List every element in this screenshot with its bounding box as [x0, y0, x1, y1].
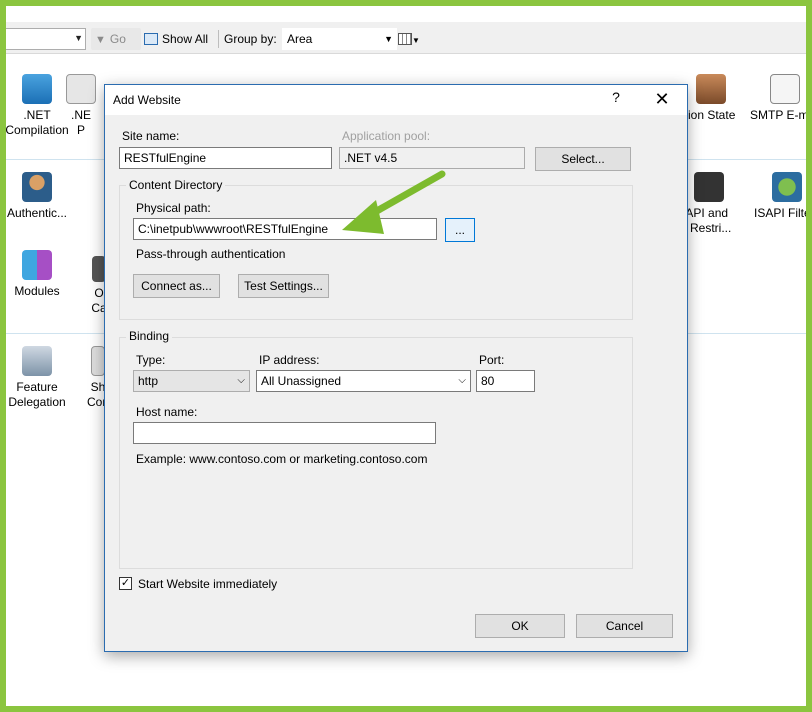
type-value: http — [138, 374, 159, 388]
chevron-down-icon: ⌵ — [237, 375, 245, 386]
authentication-icon — [22, 172, 52, 202]
type-select[interactable]: http ⌵ — [133, 370, 250, 392]
feature-authentication[interactable]: Authentic... — [6, 172, 77, 221]
annotation-arrow-icon — [342, 170, 446, 234]
host-name-input[interactable] — [133, 422, 436, 444]
filter-input[interactable]: ▼ — [6, 28, 86, 50]
app-pool-label: Application pool: — [342, 129, 431, 143]
ip-address-select[interactable]: All Unassigned ⌵ — [256, 370, 471, 392]
go-label: Go — [109, 32, 126, 46]
go-button[interactable]: ▼ Go — [91, 28, 141, 50]
isapi-filters-icon — [772, 172, 802, 202]
group-by-value: Area — [287, 32, 313, 46]
chevron-down-icon: ▼ — [412, 36, 420, 45]
show-all-button[interactable]: Show All — [144, 28, 208, 50]
help-button[interactable]: ? — [607, 89, 625, 109]
chevron-down-icon: ⌵ — [458, 375, 466, 386]
group-by-label: Group by: — [224, 32, 277, 46]
features-toolbar: ▼ ▼ Go Show All Group by: Area ▼ ▼ — [6, 22, 806, 54]
session-state-icon — [696, 74, 726, 104]
isapi-cgi-icon — [694, 172, 724, 202]
show-all-label: Show All — [162, 32, 209, 46]
feature-label: ISAPI Filte — [754, 206, 806, 220]
feature-label: Modules — [14, 284, 60, 298]
view-mode-button[interactable]: ▼ — [398, 29, 424, 49]
ok-button[interactable]: OK — [475, 614, 565, 638]
feature-label: .NE P — [70, 108, 91, 137]
feature-label: Authentic... — [6, 206, 68, 220]
ip-address-value: All Unassigned — [261, 374, 342, 388]
filter-icon: ▼ — [95, 34, 106, 46]
site-name-label: Site name: — [122, 129, 180, 143]
host-name-label: Host name: — [136, 405, 198, 419]
modules-icon — [22, 250, 52, 280]
port-input[interactable]: 80 — [476, 370, 535, 392]
port-label: Port: — [479, 353, 505, 367]
select-app-pool-button[interactable]: Select... — [535, 147, 631, 171]
start-website-checkbox[interactable]: ✓ — [119, 577, 132, 590]
pass-through-label: Pass-through authentication — [136, 247, 286, 261]
group-by-select[interactable]: Area ▼ — [282, 28, 397, 50]
content-directory-title: Content Directory — [126, 178, 226, 192]
site-name-input[interactable]: RESTfulEngine — [119, 147, 332, 169]
feature-label: SMTP E-m — [750, 108, 806, 122]
show-all-icon — [144, 33, 158, 45]
test-settings-button[interactable]: Test Settings... — [238, 274, 329, 298]
feature-session-state[interactable]: ssion State — [676, 74, 756, 123]
physical-path-label: Physical path: — [136, 201, 211, 215]
feature-isapi-filters[interactable]: ISAPI Filte — [754, 172, 806, 221]
dialog-titlebar: Add Website ? ✕ — [105, 85, 687, 115]
binding-title: Binding — [126, 329, 173, 343]
type-label: Type: — [136, 353, 166, 367]
start-website-label: Start Website immediately — [138, 577, 278, 591]
net-icon — [66, 74, 96, 104]
toolbar-divider — [218, 30, 219, 48]
iis-manager-window: ▼ ▼ Go Show All Group by: Area ▼ ▼ .NET C… — [6, 6, 806, 706]
feature-delegation-icon — [22, 346, 52, 376]
smtp-email-icon — [770, 74, 800, 104]
dialog-title: Add Website — [113, 93, 181, 107]
shared-config-icon — [91, 346, 105, 376]
net-compilation-icon — [22, 74, 52, 104]
chevron-down-icon: ▼ — [384, 34, 393, 44]
feature-smtp-email[interactable]: SMTP E-m — [750, 74, 806, 123]
chevron-down-icon[interactable]: ▼ — [74, 33, 83, 43]
feature-feature-delegation[interactable]: Feature Delegation — [6, 346, 77, 410]
feature-label: Feature Delegation — [8, 380, 66, 409]
ip-address-label: IP address: — [259, 353, 320, 367]
connect-as-button[interactable]: Connect as... — [133, 274, 220, 298]
cancel-button[interactable]: Cancel — [576, 614, 673, 638]
close-button[interactable]: ✕ — [651, 87, 673, 111]
host-name-example: Example: www.contoso.com or marketing.co… — [136, 452, 428, 466]
view-grid-icon — [398, 33, 412, 45]
feature-net-partial[interactable]: .NE P — [56, 74, 106, 138]
feature-modules[interactable]: Modules — [6, 250, 77, 299]
